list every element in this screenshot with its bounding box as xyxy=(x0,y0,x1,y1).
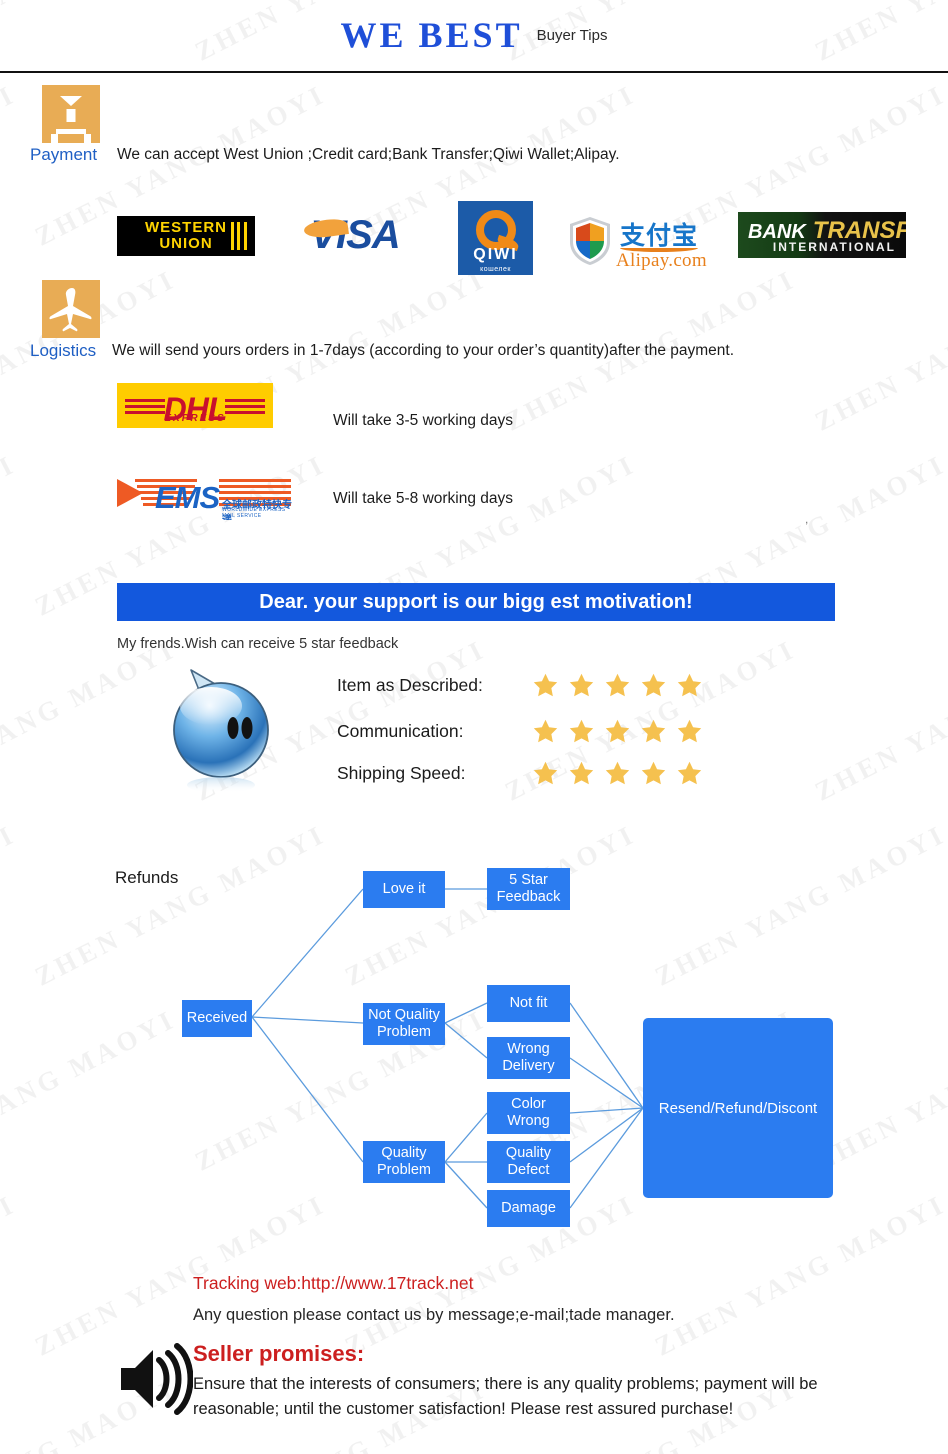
payment-label: Payment xyxy=(30,145,98,164)
star-icon xyxy=(677,719,702,743)
node-love-it[interactable]: Love it xyxy=(363,871,445,908)
rating-stars xyxy=(532,760,703,786)
rating-label: Item as Described: xyxy=(337,674,483,695)
page-header: WE BEST Buyer Tips xyxy=(0,0,948,73)
watermark-text: ZHEN YANG MAOYI xyxy=(0,818,21,992)
logo-qiwi: QIWI кошелек xyxy=(458,201,533,275)
ems-wordmark: EMS xyxy=(155,480,220,515)
refund-flowchart: Refunds Received Love it 5 Star Feedback… xyxy=(110,855,870,1235)
node-received[interactable]: Received xyxy=(182,1000,252,1037)
brand-title: WE BEST xyxy=(340,15,523,55)
node-not-quality-problem[interactable]: Not Quality Problem xyxy=(363,1003,445,1045)
watermark-text: ZHEN YANG MAOYI xyxy=(0,633,181,807)
header-tagline: Buyer Tips xyxy=(536,26,608,44)
rating-row-communication: Communication: xyxy=(337,718,703,744)
logo-alipay: 支付宝 Alipay.com xyxy=(568,210,713,272)
node-not-fit[interactable]: Not fit xyxy=(487,985,570,1022)
logo-bank-transfer: BANK TRANSFER INTERNATIONAL xyxy=(738,212,906,258)
package-box-icon xyxy=(42,85,100,143)
star-icon xyxy=(641,673,666,697)
rating-row-item-described: Item as Described: xyxy=(337,672,703,698)
qiwi-subtext: кошелек xyxy=(480,266,511,273)
watermark-text: ZHEN YANG MAOYI xyxy=(0,78,21,252)
alipay-shield-icon xyxy=(570,217,610,265)
logistics-label: Logistics xyxy=(30,341,97,360)
star-icon xyxy=(533,761,558,785)
rating-label: Shipping Speed: xyxy=(337,762,466,783)
wu-bars-icon xyxy=(231,222,247,250)
watermark-text: ZHEN YANG MAOYI xyxy=(810,634,948,807)
dhl-eta: Will take 3-5 working days xyxy=(333,412,514,429)
bank-subtext: INTERNATIONAL xyxy=(772,240,896,254)
payment-text: We can accept West Union ;Credit card;Ba… xyxy=(117,146,620,163)
stray-mark: , xyxy=(805,512,809,526)
node-resend-refund-discount[interactable]: Resend/Refund/Discont xyxy=(643,1018,833,1198)
logo-ems: EMS 全球邮政特快专递 WORLDWIDE EXPRESS MAIL SERV… xyxy=(117,475,297,520)
ems-eta: Will take 5-8 working days xyxy=(333,490,514,507)
star-icon xyxy=(533,719,558,743)
star-icon xyxy=(677,761,702,785)
wu-line-1: WESTERN xyxy=(145,219,227,236)
wu-line-2: UNION xyxy=(159,235,213,252)
rating-row-shipping-speed: Shipping Speed: xyxy=(337,760,703,786)
seller-promise-title: Seller promises: xyxy=(193,1341,365,1366)
support-banner: Dear. your support is our bigg est motiv… xyxy=(117,583,835,621)
star-icon xyxy=(641,761,666,785)
star-icon xyxy=(569,673,594,697)
qiwi-wordmark: QIWI xyxy=(473,246,518,263)
star-icon xyxy=(605,719,630,743)
logo-western-union: WESTERN UNION xyxy=(117,216,255,256)
airplane-icon xyxy=(42,280,100,338)
watermark-text: ZHEN YANG MAOYI xyxy=(810,264,948,437)
node-wrong-delivery[interactable]: Wrong Delivery xyxy=(487,1037,570,1079)
star-icon xyxy=(533,673,558,697)
contact-text: Any question please contact us by messag… xyxy=(193,1306,675,1324)
logo-dhl: DHL EXPRESS xyxy=(117,383,273,428)
support-banner-text: Dear. your support is our bigg est motiv… xyxy=(259,590,693,613)
rating-stars xyxy=(532,718,703,744)
dhl-subtext: EXPRESS xyxy=(164,413,226,424)
rating-stars xyxy=(532,672,703,698)
watermark-text: ZHEN YANG MAOYI xyxy=(0,448,21,622)
speaker-icon xyxy=(121,1343,193,1415)
star-icon xyxy=(641,719,666,743)
star-icon xyxy=(677,673,702,697)
header-inner: WE BEST Buyer Tips xyxy=(0,14,948,56)
alipay-wordmark: Alipay.com xyxy=(616,250,707,271)
star-icon xyxy=(605,673,630,697)
rating-label: Communication: xyxy=(337,720,464,741)
node-quality-problem[interactable]: Quality Problem xyxy=(363,1141,445,1183)
header-divider xyxy=(0,71,948,73)
ems-chinese-subtext: WORLDWIDE EXPRESS MAIL SERVICE xyxy=(222,507,286,519)
tracking-link[interactable]: Tracking web:http://www.17track.net xyxy=(193,1273,473,1294)
node-damage[interactable]: Damage xyxy=(487,1190,570,1227)
star-icon xyxy=(569,719,594,743)
star-icon xyxy=(605,761,630,785)
logistics-text: We will send yours orders in 1-7days (ac… xyxy=(112,342,735,359)
star-icon xyxy=(569,761,594,785)
blue-blob-avatar xyxy=(173,669,269,793)
feedback-note: My frends.Wish can receive 5 star feedba… xyxy=(117,636,399,652)
seller-promise-body: Ensure that the interests of consumers; … xyxy=(193,1375,818,1418)
node-quality-defect[interactable]: Quality Defect xyxy=(487,1141,570,1183)
node-color-wrong[interactable]: Color Wrong xyxy=(487,1092,570,1134)
node-5-star-feedback[interactable]: 5 Star Feedback xyxy=(487,868,570,910)
watermark-text: ZHEN YANG MAOYI xyxy=(0,1188,21,1362)
logo-visa: VISA xyxy=(290,208,420,263)
